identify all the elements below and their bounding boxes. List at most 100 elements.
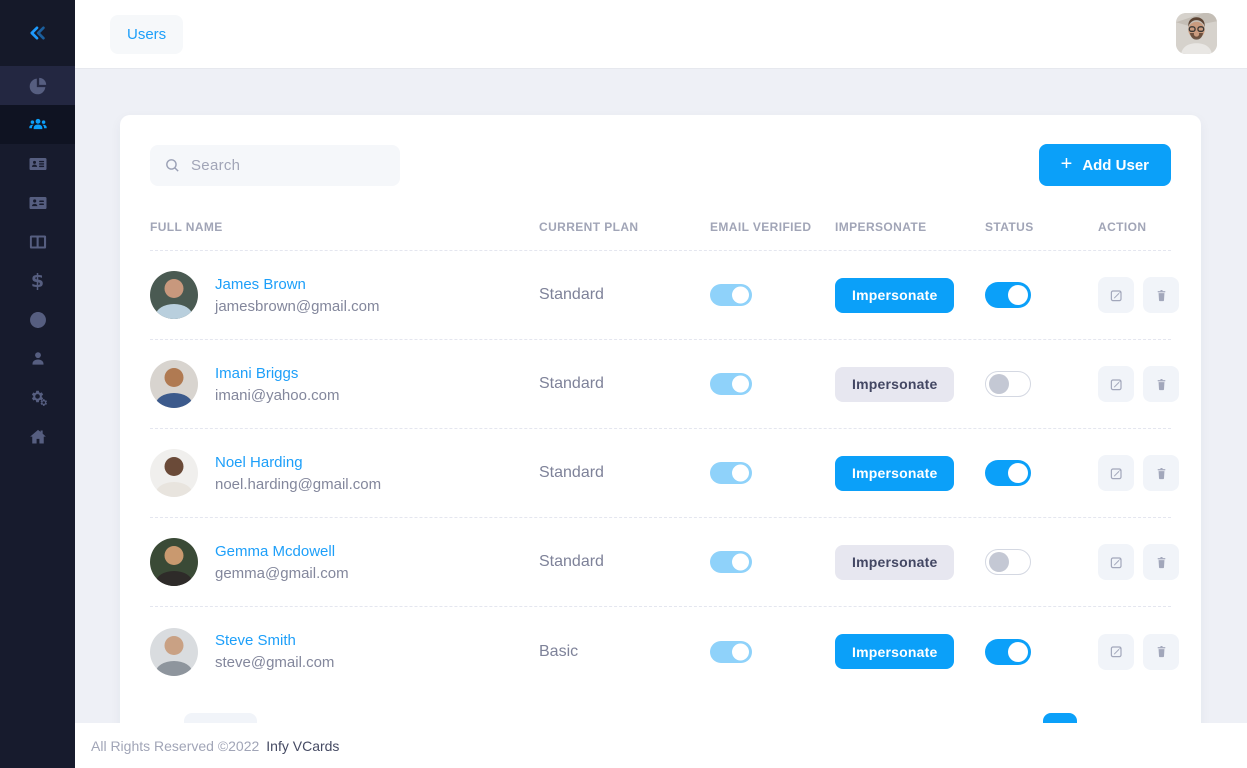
- email-verified-toggle[interactable]: [710, 284, 752, 306]
- user-table-body: James Brown jamesbrown@gmail.com Standar…: [150, 251, 1171, 696]
- impersonate-button[interactable]: Impersonate: [835, 634, 954, 669]
- email-verified-toggle[interactable]: [710, 641, 752, 663]
- delete-button[interactable]: [1143, 277, 1179, 313]
- edit-icon: [1109, 288, 1124, 303]
- impersonate-button[interactable]: Impersonate: [835, 278, 954, 313]
- sidebar-item-languages[interactable]: [0, 300, 75, 339]
- toggle-knob: [1008, 285, 1028, 305]
- toggle-knob: [989, 552, 1009, 572]
- settings-gears-icon: [28, 388, 48, 408]
- sidebar-item-contacts[interactable]: [0, 183, 75, 222]
- user-cell: Imani Briggs imani@yahoo.com: [150, 360, 539, 408]
- row-actions: [1098, 455, 1179, 491]
- col-action: Action: [1098, 220, 1171, 234]
- row-actions: [1098, 634, 1179, 670]
- sidebar-item-dashboard[interactable]: [0, 66, 75, 105]
- user-name-link[interactable]: James Brown: [215, 276, 379, 293]
- trash-icon: [1154, 377, 1169, 392]
- dollar-icon: $: [31, 270, 44, 292]
- col-email-verified: Email Verified: [710, 220, 835, 234]
- email-verified-toggle[interactable]: [710, 373, 752, 395]
- edit-icon: [1109, 644, 1124, 659]
- impersonate-button[interactable]: Impersonate: [835, 456, 954, 491]
- profile-photo: [1176, 13, 1217, 54]
- table-row: Imani Briggs imani@yahoo.com Standard Im…: [150, 340, 1171, 429]
- delete-button[interactable]: [1143, 455, 1179, 491]
- table-row: Gemma Mcdowell gemma@gmail.com Standard …: [150, 518, 1171, 607]
- sidebar-collapse-button[interactable]: [0, 0, 75, 66]
- current-plan: Basic: [539, 643, 710, 661]
- edit-icon: [1109, 377, 1124, 392]
- row-actions: [1098, 277, 1179, 313]
- breadcrumb[interactable]: Users: [110, 15, 183, 54]
- table-row: Steve Smith steve@gmail.com Basic Impers…: [150, 607, 1171, 696]
- user-cell: Steve Smith steve@gmail.com: [150, 628, 539, 676]
- footer-brand: Infy VCards: [266, 738, 339, 754]
- add-user-button[interactable]: + Add User: [1039, 144, 1171, 186]
- col-status: Status: [985, 220, 1098, 234]
- globe-icon: [28, 310, 48, 330]
- user-avatar: [150, 271, 198, 319]
- search-input[interactable]: [191, 157, 386, 174]
- user-name-link[interactable]: Steve Smith: [215, 632, 334, 649]
- user-name-link[interactable]: Gemma Mcdowell: [215, 543, 349, 560]
- sidebar-item-settings[interactable]: [0, 378, 75, 417]
- trash-icon: [1154, 644, 1169, 659]
- col-full-name: Full Name: [150, 220, 539, 234]
- status-toggle[interactable]: [985, 371, 1031, 397]
- user-email: steve@gmail.com: [215, 654, 334, 671]
- toggle-knob: [989, 374, 1009, 394]
- user-avatar: [150, 360, 198, 408]
- user-cell: Noel Harding noel.harding@gmail.com: [150, 449, 539, 497]
- row-actions: [1098, 544, 1179, 580]
- footer-rights: All Rights Reserved ©2022: [91, 738, 259, 754]
- status-toggle[interactable]: [985, 460, 1031, 486]
- columns-icon: [28, 232, 48, 252]
- email-verified-toggle[interactable]: [710, 462, 752, 484]
- user-name-link[interactable]: Noel Harding: [215, 454, 381, 471]
- profile-avatar[interactable]: [1176, 13, 1217, 54]
- edit-button[interactable]: [1098, 634, 1134, 670]
- delete-button[interactable]: [1143, 366, 1179, 402]
- edit-button[interactable]: [1098, 366, 1134, 402]
- trash-icon: [1154, 466, 1169, 481]
- sidebar-item-templates[interactable]: [0, 222, 75, 261]
- users-card: + Add User Full Name Current Plan Email …: [120, 115, 1201, 760]
- col-current-plan: Current Plan: [539, 220, 710, 234]
- edit-button[interactable]: [1098, 277, 1134, 313]
- email-verified-toggle[interactable]: [710, 551, 752, 573]
- table-row: James Brown jamesbrown@gmail.com Standar…: [150, 251, 1171, 340]
- user-cell: James Brown jamesbrown@gmail.com: [150, 271, 539, 319]
- user-email: gemma@gmail.com: [215, 565, 349, 582]
- sidebar-item-home[interactable]: [0, 417, 75, 456]
- toggle-knob: [1008, 642, 1028, 662]
- row-actions: [1098, 366, 1179, 402]
- toggle-knob: [732, 643, 749, 660]
- status-toggle[interactable]: [985, 549, 1031, 575]
- edit-button[interactable]: [1098, 455, 1134, 491]
- edit-button[interactable]: [1098, 544, 1134, 580]
- sidebar-item-plans[interactable]: $: [0, 261, 75, 300]
- status-toggle[interactable]: [985, 639, 1031, 665]
- delete-button[interactable]: [1143, 544, 1179, 580]
- trash-icon: [1154, 288, 1169, 303]
- sidebar-item-profile[interactable]: [0, 339, 75, 378]
- add-user-label: Add User: [1082, 157, 1149, 174]
- current-plan: Standard: [539, 464, 710, 482]
- status-toggle[interactable]: [985, 282, 1031, 308]
- toggle-knob: [732, 287, 749, 304]
- impersonate-button[interactable]: Impersonate: [835, 545, 954, 580]
- trash-icon: [1154, 555, 1169, 570]
- search-icon: [164, 157, 181, 174]
- sidebar-item-users[interactable]: [0, 105, 75, 144]
- user-name-link[interactable]: Imani Briggs: [215, 365, 339, 382]
- card-toolbar: + Add User: [120, 115, 1201, 186]
- current-plan: Standard: [539, 375, 710, 393]
- sidebar: $: [0, 0, 75, 768]
- impersonate-button[interactable]: Impersonate: [835, 367, 954, 402]
- current-plan: Standard: [539, 286, 710, 304]
- contact-card-icon: [28, 193, 48, 213]
- users-icon: [28, 115, 48, 135]
- sidebar-item-vcards[interactable]: [0, 144, 75, 183]
- delete-button[interactable]: [1143, 634, 1179, 670]
